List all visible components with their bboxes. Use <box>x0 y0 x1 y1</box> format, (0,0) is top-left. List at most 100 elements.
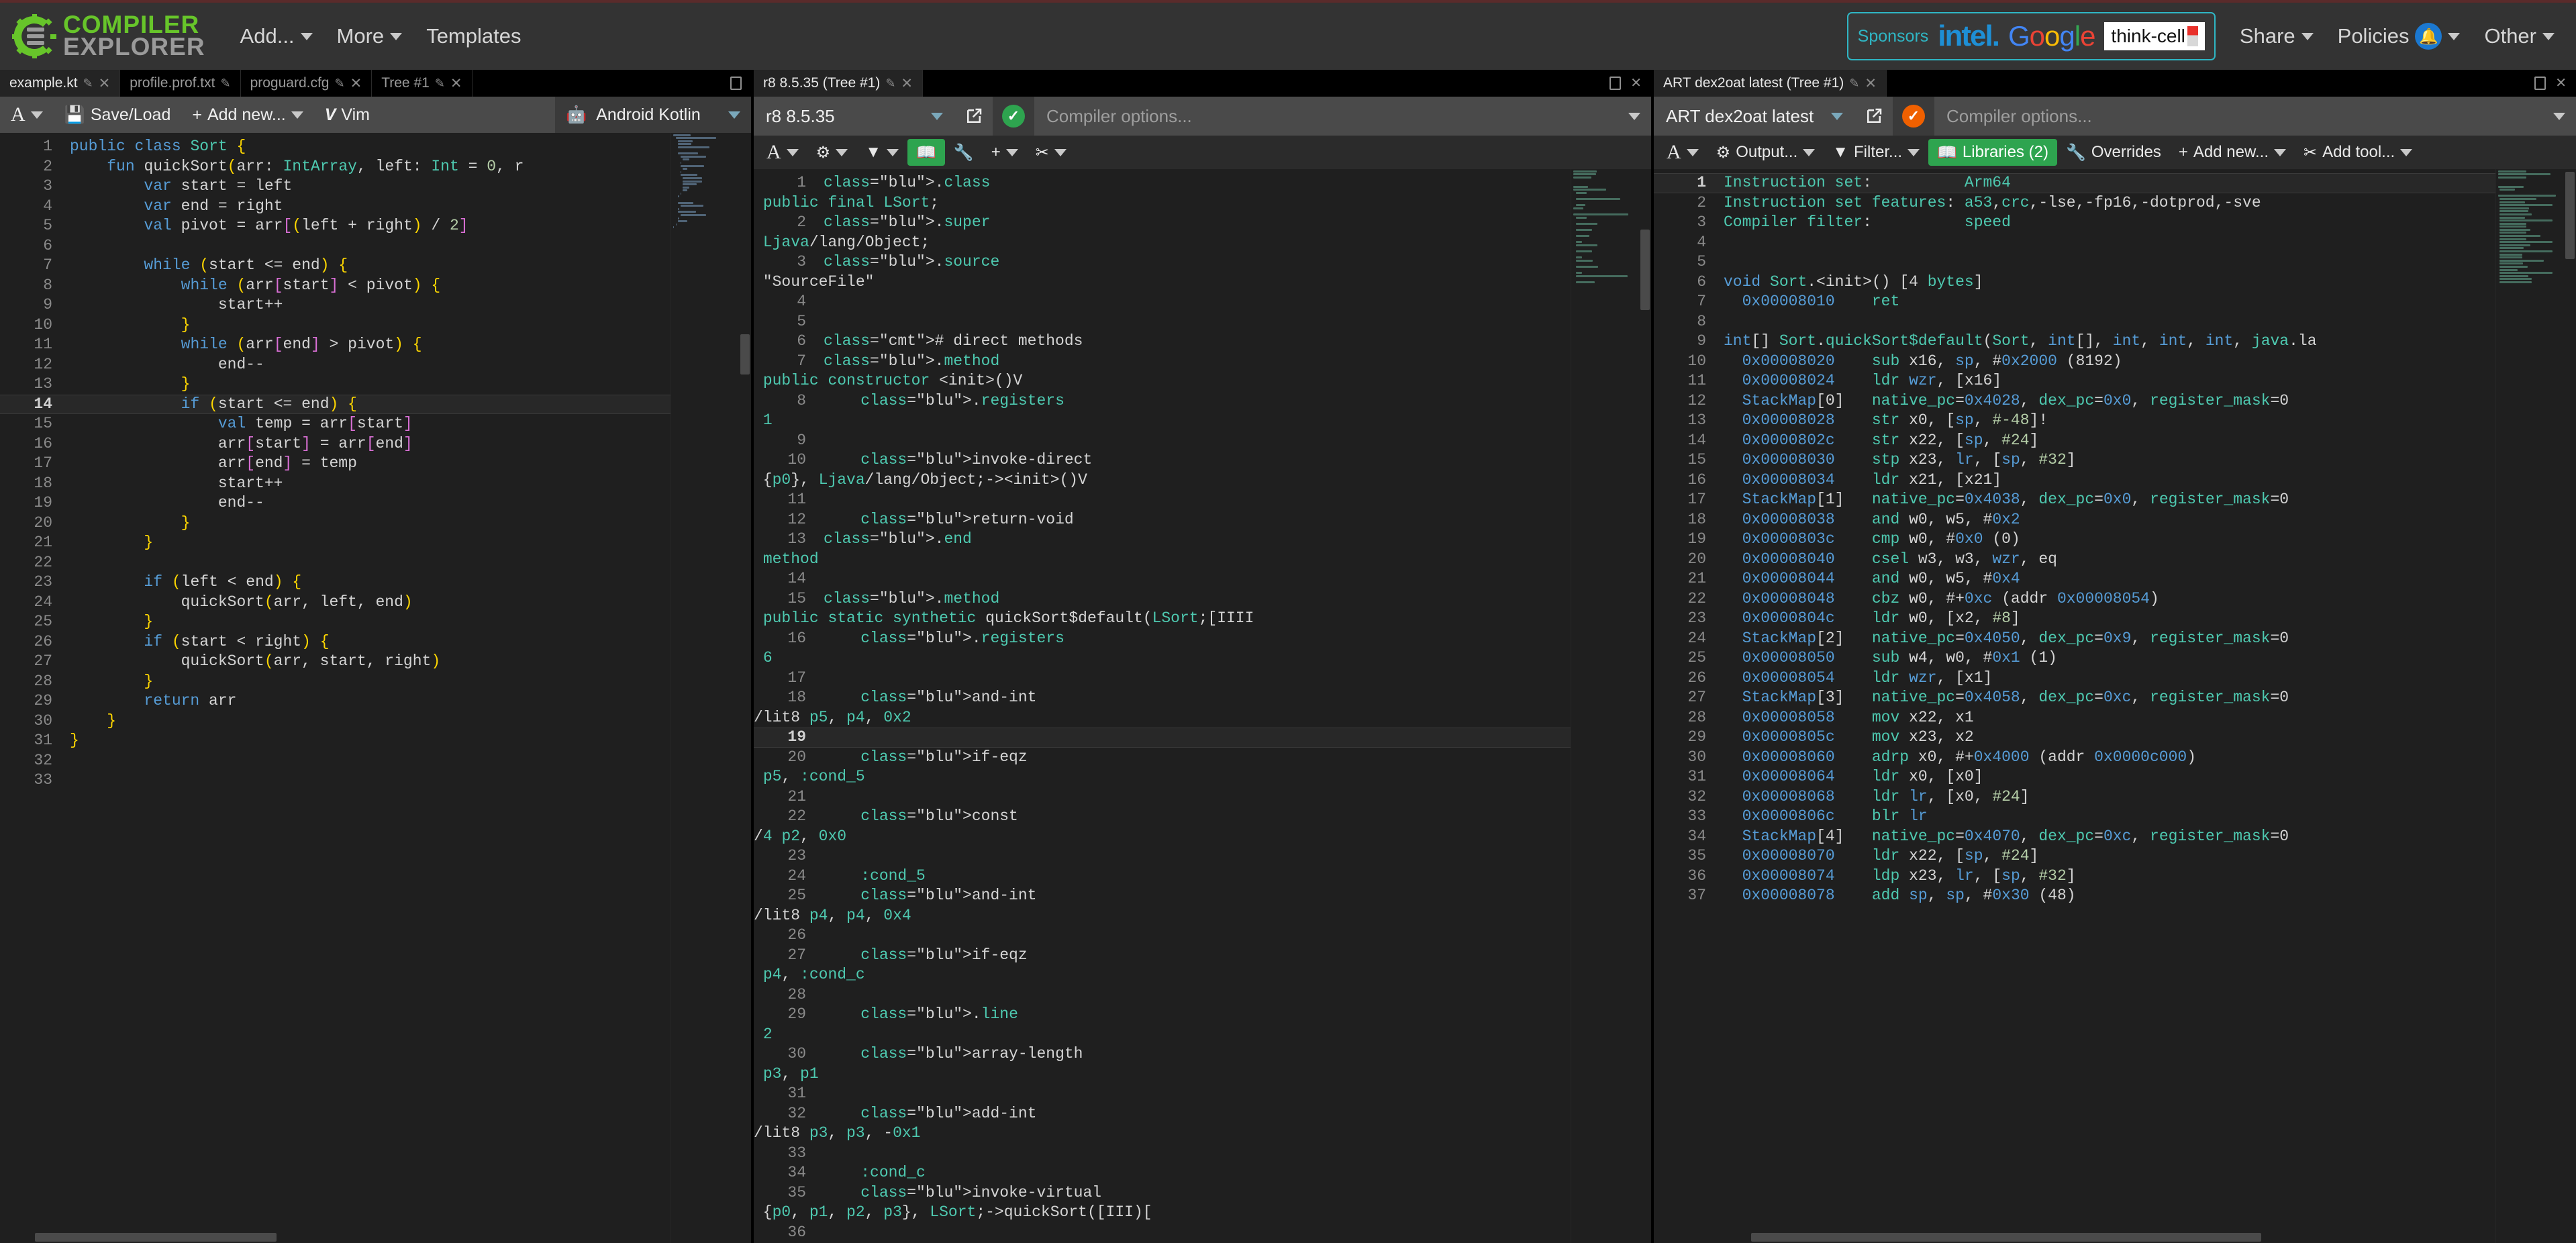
close-icon[interactable]: ✕ <box>901 75 913 92</box>
code-line[interactable]: 28 } <box>0 672 671 692</box>
code-line[interactable]: 8 while (arr[start] < pivot) { <box>0 276 671 296</box>
code-line[interactable]: 16 class="blu">.registers <box>754 629 1571 649</box>
code-line[interactable]: 17 <box>754 668 1571 689</box>
add-new-button[interactable]: + <box>983 139 1027 166</box>
code-line[interactable]: 31 <box>754 1084 1571 1104</box>
scroll-thumb[interactable] <box>2565 172 2575 259</box>
maximize-icon[interactable] <box>1609 77 1622 90</box>
pencil-icon[interactable]: ✎ <box>83 77 93 91</box>
code-line[interactable]: 4 <box>1654 233 2495 253</box>
code-line[interactable]: 30 0x00008060 adrp x0, #+0x4000 (addr 0x… <box>1654 748 2495 768</box>
code-line[interactable]: 7 while (start <= end) { <box>0 256 671 276</box>
compiler-options-input[interactable]: Compiler options... <box>1034 97 1618 136</box>
code-line[interactable]: 20 class="blu">if-eqz <box>754 748 1571 768</box>
code-line[interactable]: 35 0x00008070 ldr x22, [sp, #24] <box>1654 846 2495 866</box>
code-line[interactable]: 30 } <box>0 711 671 732</box>
code-line[interactable]: 6 void Sort.<init>() [4 bytes] <box>1654 272 2495 293</box>
code-line[interactable]: 2 fun quickSort(arr: IntArray, left: Int… <box>0 157 671 177</box>
code-line[interactable]: 12 end-- <box>0 355 671 375</box>
tab-proguard-cfg[interactable]: proguard.cfg ✎ ✕ <box>241 70 373 97</box>
code-line[interactable]: 23 if (left < end) { <box>0 573 671 593</box>
code-line[interactable]: 36 0x00008074 ldp x23, lr, [sp, #32] <box>1654 866 2495 887</box>
maximize-icon[interactable] <box>2534 77 2546 90</box>
compiler-options-dropdown[interactable] <box>2542 97 2576 136</box>
nav-policies[interactable]: Policies 🔔 <box>2326 16 2473 56</box>
code-line[interactable]: 16 0x00008034 ldr x21, [x21] <box>1654 470 2495 491</box>
code-line[interactable]: 17 arr[end] = temp <box>0 454 671 474</box>
pane1-vscrollbar[interactable] <box>739 133 751 1243</box>
pane3-vscrollbar[interactable] <box>2564 169 2576 1243</box>
nav-more[interactable]: More <box>325 17 415 55</box>
code-line[interactable]: 34 :cond_c <box>754 1163 1571 1183</box>
code-line[interactable]: 14 <box>754 569 1571 589</box>
bell-icon[interactable]: 🔔 <box>2415 23 2442 50</box>
code-line[interactable]: 13 class="blu">.end <box>754 530 1571 550</box>
code-line[interactable]: 14 0x0000802c str x22, [sp, #24] <box>1654 431 2495 451</box>
code-line[interactable]: 15 class="blu">.method <box>754 589 1571 609</box>
code-line[interactable]: 28 <box>754 985 1571 1005</box>
code-line[interactable]: 8 <box>1654 312 2495 332</box>
tab-tree-1[interactable]: Tree #1 ✎ ✕ <box>372 70 473 97</box>
code-line[interactable]: 10 } <box>0 315 671 336</box>
pane1-editor[interactable]: 1 public class Sort {2 fun quickSort(arr:… <box>0 133 751 1243</box>
tab-profile-prof-txt[interactable]: profile.prof.txt ✎ <box>120 70 241 97</box>
code-line[interactable]: 31 0x00008064 ldr x0, [x0] <box>1654 767 2495 787</box>
code-line[interactable]: 25 0x00008050 sub w4, w0, #0x1 (1) <box>1654 648 2495 668</box>
code-line[interactable]: 10 0x00008020 sub x16, sp, #0x2000 (8192… <box>1654 352 2495 372</box>
code-line[interactable]: 27 class="blu">if-eqz <box>754 946 1571 966</box>
code-line[interactable]: 4 var end = right <box>0 197 671 217</box>
compiler-options-dropdown[interactable] <box>1618 97 1651 136</box>
code-line[interactable]: 22 0x00008048 cbz w0, #+0xc (addr 0x0000… <box>1654 589 2495 609</box>
code-line[interactable]: 9 start++ <box>0 295 671 315</box>
close-icon[interactable]: ✕ <box>1865 75 1877 92</box>
google-logo[interactable]: Google <box>2008 20 2095 52</box>
pencil-icon[interactable]: ✎ <box>1849 77 1859 91</box>
output-button[interactable]: ⚙ Output... <box>1707 139 1824 166</box>
pane2-vscrollbar[interactable] <box>1639 169 1651 1243</box>
code-line[interactable]: 6 <box>0 236 671 256</box>
code-line[interactable]: 2 class="blu">.super <box>754 213 1571 233</box>
code-line[interactable]: 11 <box>754 490 1571 510</box>
smali-output-code[interactable]: 1 class="blu">.class public final LSort; 2… <box>754 169 1571 1243</box>
tab-art-dex2oat[interactable]: ART dex2oat latest (Tree #1) ✎ ✕ <box>1654 70 1887 97</box>
add-tool-button[interactable]: ✂ <box>1027 139 1075 166</box>
tab-example-kt[interactable]: example.kt ✎ ✕ <box>0 70 121 97</box>
close-icon[interactable]: ✕ <box>99 75 111 92</box>
code-line[interactable]: 29 0x0000805c mov x23, x2 <box>1654 728 2495 748</box>
code-line[interactable]: 24 quickSort(arr, left, end) <box>0 593 671 613</box>
pane3-code-area[interactable]: 1 Instruction set: Arm64 2 Instruction set … <box>1654 169 2495 1243</box>
code-line[interactable]: 34 StackMap[4] native_pc=0x4070, dex_pc=… <box>1654 827 2495 847</box>
code-line[interactable]: 5 <box>1654 252 2495 272</box>
code-line[interactable]: 5 <box>754 312 1571 332</box>
pencil-icon[interactable]: ✎ <box>335 77 345 91</box>
code-line[interactable]: 16 arr[start] = arr[end] <box>0 434 671 454</box>
libraries-button[interactable]: 📖 <box>907 139 945 166</box>
pencil-icon[interactable]: ✎ <box>435 77 445 91</box>
font-size-button[interactable]: A <box>1658 139 1707 166</box>
code-line[interactable]: 11 0x00008024 ldr wzr, [x16] <box>1654 371 2495 391</box>
add-tool-button[interactable]: ✂ Add tool... <box>2295 139 2421 166</box>
code-line[interactable]: 27 StackMap[3] native_pc=0x4058, dex_pc=… <box>1654 688 2495 708</box>
pane1-code-area[interactable]: 1 public class Sort {2 fun quickSort(arr:… <box>0 133 671 1243</box>
pane3-hscrollbar[interactable] <box>1654 1231 2495 1243</box>
code-line[interactable]: 33 <box>754 1144 1571 1164</box>
code-line[interactable]: 5 val pivot = arr[(left + right) / 2] <box>0 216 671 236</box>
pane1-hscrollbar[interactable] <box>0 1231 671 1243</box>
code-line[interactable]: 37 0x00008078 add sp, sp, #0x30 (48) <box>1654 886 2495 906</box>
scroll-thumb[interactable] <box>1751 1233 2261 1242</box>
code-line[interactable]: 13 } <box>0 375 671 395</box>
code-line[interactable]: 26 0x00008054 ldr wzr, [x1] <box>1654 668 2495 689</box>
code-line[interactable]: 18 0x00008038 and w0, w5, #0x2 <box>1654 510 2495 530</box>
code-line[interactable]: 6 class="cmt"># direct methods <box>754 332 1571 352</box>
code-line[interactable]: 20 } <box>0 513 671 534</box>
pane2-code-area[interactable]: 1 class="blu">.class public final LSort; 2… <box>754 169 1571 1243</box>
code-line[interactable]: 24 :cond_5 <box>754 866 1571 887</box>
compiler-options-input[interactable]: Compiler options... <box>1934 97 2542 136</box>
code-line[interactable]: 18 start++ <box>0 474 671 494</box>
code-line[interactable]: 22 <box>0 553 671 573</box>
scroll-thumb[interactable] <box>740 334 750 375</box>
compiler-selector[interactable]: r8 8.5.35 <box>754 97 955 136</box>
code-line[interactable]: 3 var start = left <box>0 177 671 197</box>
code-line[interactable]: 31} <box>0 731 671 751</box>
nav-share[interactable]: Share <box>2228 17 2326 55</box>
